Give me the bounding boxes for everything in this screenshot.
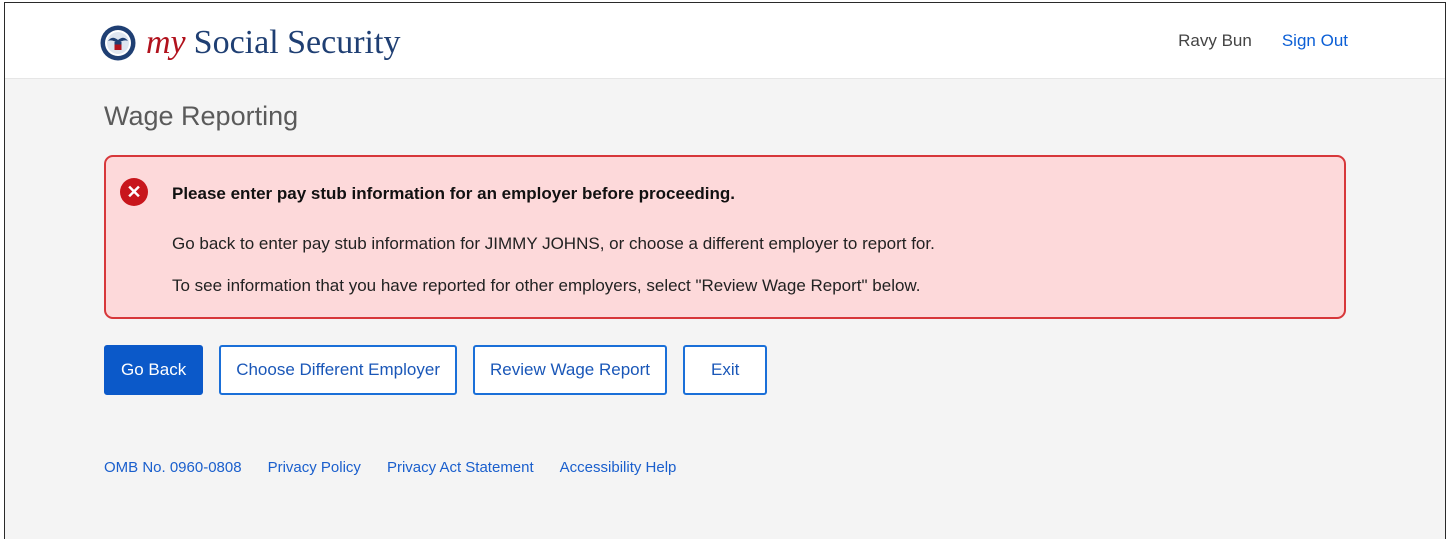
error-x-icon: ✕ xyxy=(120,178,148,206)
accessibility-help-link[interactable]: Accessibility Help xyxy=(560,459,677,476)
privacy-act-statement-link[interactable]: Privacy Act Statement xyxy=(387,459,534,476)
exit-button[interactable]: Exit xyxy=(683,345,768,395)
ssa-seal-icon xyxy=(100,25,136,61)
app-frame: my Social Security Ravy Bun Sign Out Wage… xyxy=(4,2,1446,539)
alert-message-line-1: Go back to enter pay stub information fo… xyxy=(172,234,935,253)
footer-links: OMB No. 0960-0808 Privacy Policy Privacy… xyxy=(104,459,702,476)
user-name: Ravy Bun xyxy=(1178,31,1252,50)
go-back-button[interactable]: Go Back xyxy=(104,345,204,395)
alert-title: Please enter pay stub information for an… xyxy=(172,184,736,203)
error-alert: ✕ Please enter pay stub information for … xyxy=(104,155,1346,319)
my-social-security-logo[interactable]: my Social Security xyxy=(100,25,400,61)
omb-number-link[interactable]: OMB No. 0960-0808 xyxy=(104,459,242,476)
user-area: Ravy Bun Sign Out xyxy=(1178,31,1348,51)
privacy-policy-link[interactable]: Privacy Policy xyxy=(268,459,361,476)
brand-prefix: my xyxy=(146,24,186,61)
site-header: my Social Security Ravy Bun Sign Out xyxy=(5,3,1445,79)
action-buttons: Go Back Choose Different Employer Review… xyxy=(104,345,783,395)
review-wage-report-button[interactable]: Review Wage Report xyxy=(473,345,667,395)
brand-wordmark: my Social Security xyxy=(146,25,400,61)
sign-out-link[interactable]: Sign Out xyxy=(1282,31,1348,51)
page-title: Wage Reporting xyxy=(104,101,299,131)
alert-message-line-2: To see information that you have reporte… xyxy=(172,276,921,295)
brand-name: Social Security xyxy=(193,24,401,61)
choose-different-employer-button[interactable]: Choose Different Employer xyxy=(219,345,457,395)
